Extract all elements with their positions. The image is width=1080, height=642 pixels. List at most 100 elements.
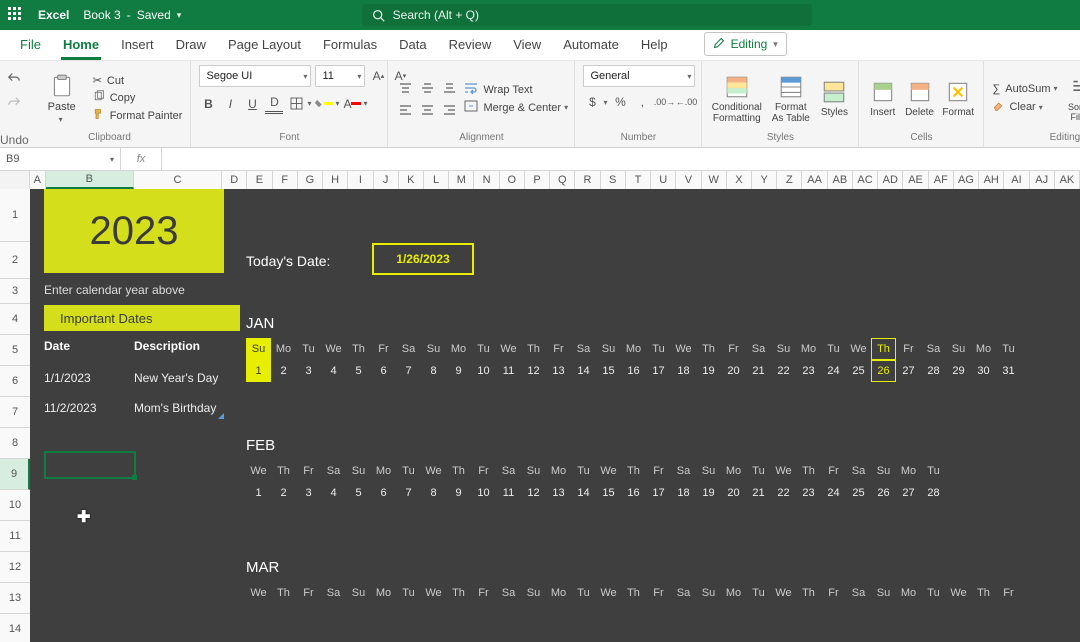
- number-format-select[interactable]: General: [583, 65, 695, 87]
- day-cell[interactable]: 18: [671, 360, 696, 382]
- day-cell[interactable]: 3: [296, 360, 321, 382]
- file-name-group[interactable]: Book 3 - Saved ▾: [83, 8, 181, 22]
- col-header-U[interactable]: U: [651, 171, 676, 189]
- increase-decimal-button[interactable]: .00→: [655, 93, 673, 111]
- day-cell[interactable]: 1: [246, 360, 271, 382]
- day-cell[interactable]: 8: [421, 482, 446, 504]
- row-header-8[interactable]: 8: [0, 428, 30, 459]
- format-painter-button[interactable]: Format Painter: [93, 108, 183, 123]
- day-cell[interactable]: 4: [321, 360, 346, 382]
- day-cell[interactable]: 25: [846, 360, 871, 382]
- day-cell[interactable]: 5: [346, 360, 371, 382]
- row-header-14[interactable]: 14: [0, 614, 30, 642]
- col-header-A[interactable]: A: [30, 171, 46, 189]
- day-cell[interactable]: 20: [721, 482, 746, 504]
- cut-button[interactable]: ✂Cut: [93, 74, 183, 87]
- sheet-canvas[interactable]: 2023 Enter calendar year above Important…: [30, 189, 1080, 642]
- day-cell[interactable]: 10: [471, 482, 496, 504]
- tab-help[interactable]: Help: [639, 31, 670, 60]
- row-header-7[interactable]: 7: [0, 397, 30, 428]
- font-name-select[interactable]: Segoe UI: [199, 65, 311, 87]
- wrap-text-button[interactable]: Wrap Text: [464, 82, 568, 97]
- day-cell[interactable]: 25: [846, 482, 871, 504]
- col-header-Y[interactable]: Y: [752, 171, 777, 189]
- clear-button[interactable]: Clear▾: [992, 100, 1057, 115]
- day-cell[interactable]: 15: [596, 360, 621, 382]
- fx-button[interactable]: fx: [121, 148, 162, 170]
- bold-button[interactable]: B: [199, 95, 217, 113]
- format-cells-button[interactable]: Format: [941, 79, 976, 118]
- col-header-P[interactable]: P: [525, 171, 550, 189]
- day-cell[interactable]: 21: [746, 360, 771, 382]
- col-header-L[interactable]: L: [424, 171, 449, 189]
- app-launcher-icon[interactable]: [8, 7, 24, 23]
- day-cell[interactable]: 4: [321, 482, 346, 504]
- search-input[interactable]: Search (Alt + Q): [362, 4, 812, 26]
- year-cell[interactable]: 2023: [44, 189, 224, 273]
- day-cell[interactable]: 19: [696, 360, 721, 382]
- row-header-6[interactable]: 6: [0, 366, 30, 397]
- comma-button[interactable]: ,: [633, 93, 651, 111]
- day-cell[interactable]: 7: [396, 360, 421, 382]
- tab-data[interactable]: Data: [397, 31, 428, 60]
- insert-cells-button[interactable]: Insert: [867, 79, 898, 118]
- col-header-J[interactable]: J: [374, 171, 399, 189]
- redo-button[interactable]: [5, 93, 23, 111]
- day-cell[interactable]: 14: [571, 360, 596, 382]
- row-header-12[interactable]: 12: [0, 552, 30, 583]
- col-header-AB[interactable]: AB: [828, 171, 853, 189]
- col-header-Q[interactable]: Q: [550, 171, 575, 189]
- fill-color-button[interactable]: [315, 95, 333, 113]
- day-cell[interactable]: 22: [771, 360, 796, 382]
- tab-page-layout[interactable]: Page Layout: [226, 31, 303, 60]
- paste-button[interactable]: Paste▾: [37, 73, 87, 124]
- col-header-C[interactable]: C: [134, 171, 222, 189]
- col-header-M[interactable]: M: [449, 171, 474, 189]
- align-center-button[interactable]: [418, 100, 436, 118]
- align-middle-button[interactable]: [418, 79, 436, 97]
- day-cell[interactable]: 23: [796, 482, 821, 504]
- decrease-decimal-button[interactable]: ←.00: [677, 93, 695, 111]
- accounting-button[interactable]: $: [583, 93, 601, 111]
- font-size-select[interactable]: 11: [315, 65, 365, 87]
- merge-center-button[interactable]: Merge & Center▾: [464, 100, 568, 115]
- col-header-AH[interactable]: AH: [979, 171, 1004, 189]
- day-cell[interactable]: 22: [771, 482, 796, 504]
- tab-review[interactable]: Review: [447, 31, 494, 60]
- day-cell[interactable]: 12: [521, 360, 546, 382]
- active-cell-B9[interactable]: [44, 451, 136, 479]
- day-cell[interactable]: 20: [721, 360, 746, 382]
- select-all-corner[interactable]: [0, 171, 30, 189]
- col-header-O[interactable]: O: [500, 171, 525, 189]
- col-header-AC[interactable]: AC: [853, 171, 878, 189]
- tab-formulas[interactable]: Formulas: [321, 31, 379, 60]
- autosum-button[interactable]: ∑AutoSum▾: [992, 83, 1057, 95]
- align-right-button[interactable]: [440, 100, 458, 118]
- row-header-13[interactable]: 13: [0, 583, 30, 614]
- day-cell[interactable]: 17: [646, 482, 671, 504]
- undo-button[interactable]: [5, 69, 23, 87]
- row-header-1[interactable]: 1: [0, 189, 30, 242]
- increase-font-button[interactable]: A▴: [369, 67, 387, 85]
- day-cell[interactable]: 27: [896, 360, 921, 382]
- day-cell[interactable]: 13: [546, 360, 571, 382]
- day-cell[interactable]: 19: [696, 482, 721, 504]
- col-header-S[interactable]: S: [601, 171, 626, 189]
- day-cell[interactable]: 9: [446, 482, 471, 504]
- col-header-AI[interactable]: AI: [1004, 171, 1029, 189]
- italic-button[interactable]: I: [221, 95, 239, 113]
- day-cell[interactable]: 13: [546, 482, 571, 504]
- mode-editing-button[interactable]: Editing ▾: [704, 32, 787, 56]
- col-header-F[interactable]: F: [273, 171, 298, 189]
- col-header-B[interactable]: B: [46, 171, 134, 189]
- day-cell[interactable]: 7: [396, 482, 421, 504]
- col-header-N[interactable]: N: [474, 171, 499, 189]
- day-cell[interactable]: 16: [621, 482, 646, 504]
- format-as-table-button[interactable]: Format As Table: [769, 74, 812, 124]
- day-cell[interactable]: 18: [671, 482, 696, 504]
- day-cell[interactable]: 31: [996, 360, 1021, 382]
- day-cell[interactable]: 30: [971, 360, 996, 382]
- day-cell[interactable]: 5: [346, 482, 371, 504]
- underline-button[interactable]: U: [243, 95, 261, 113]
- row-header-9[interactable]: 9: [0, 459, 30, 490]
